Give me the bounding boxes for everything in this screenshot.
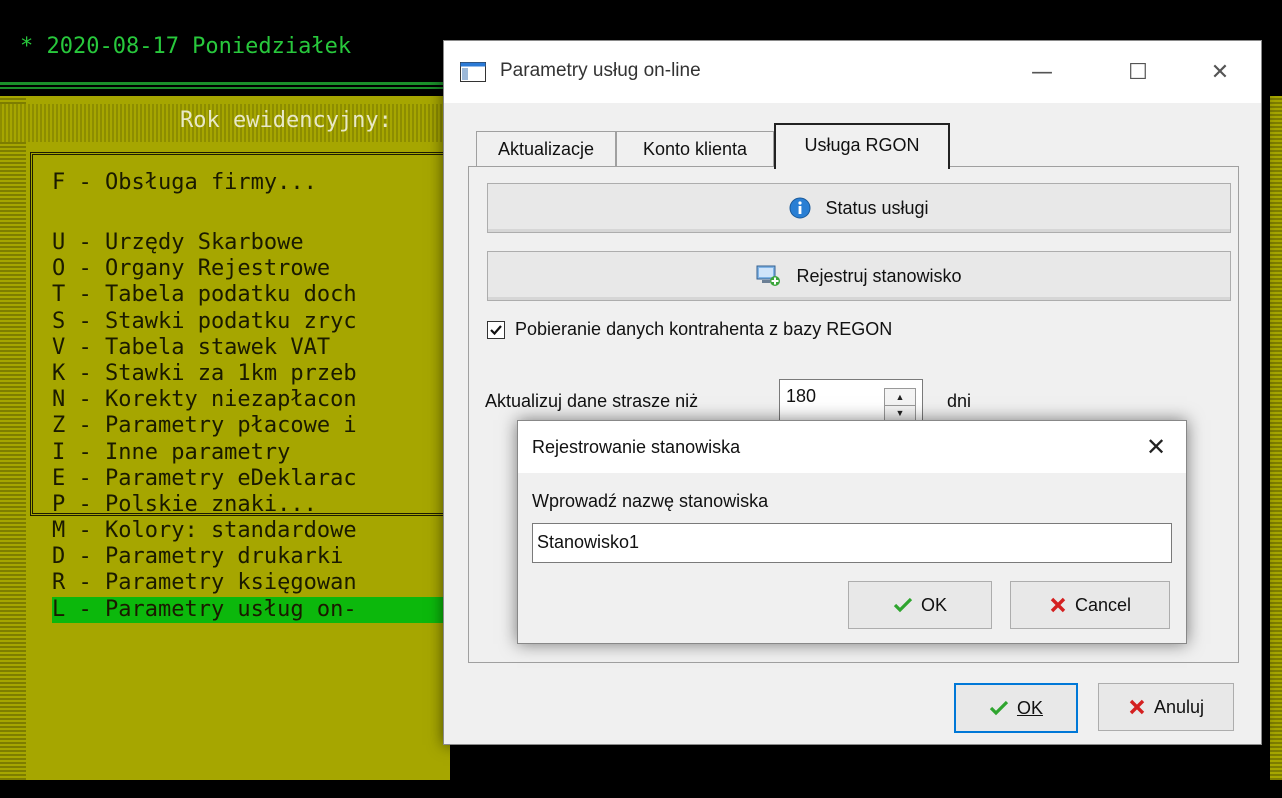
cancel-button-label: Anuluj bbox=[1153, 696, 1205, 717]
tab-konto-klienta[interactable]: Konto klienta bbox=[616, 131, 774, 166]
subdialog-title: Rejestrowanie stanowiska bbox=[532, 437, 741, 457]
subdialog-close-icon[interactable]: ✕ bbox=[1138, 429, 1174, 465]
register-workstation-dialog: Rejestrowanie stanowiska ✕ Wprowadź nazw… bbox=[517, 420, 1187, 644]
menu-item-polskie-znaki[interactable]: P - Polskie znaki... bbox=[52, 492, 472, 518]
regon-checkbox-row[interactable]: Pobieranie danych kontrahenta z bazy REG… bbox=[487, 319, 892, 340]
menu-item-urzedy[interactable]: U - Urzędy Skarbowe bbox=[52, 230, 472, 256]
cancel-button[interactable]: Anuluj bbox=[1098, 683, 1234, 731]
ok-button-label: OK bbox=[1016, 697, 1043, 718]
workstation-name-label: Wprowadź nazwę stanowiska bbox=[532, 491, 769, 511]
update-age-spinner[interactable]: 180 ▲ ▼ bbox=[779, 379, 923, 425]
checkmark-icon bbox=[893, 597, 913, 613]
x-icon bbox=[1129, 699, 1145, 715]
menu-item-parametry-placowe[interactable]: Z - Parametry płacowe i bbox=[52, 413, 472, 439]
regon-checkbox-label: Pobieranie danych kontrahenta z bazy REG… bbox=[515, 319, 893, 339]
menu-item-drukarka[interactable]: D - Parametry drukarki bbox=[52, 544, 472, 570]
update-age-unit: dni bbox=[947, 391, 972, 411]
console-panel-shade bbox=[0, 96, 26, 780]
subdialog-cancel-label: Cancel bbox=[1074, 594, 1132, 615]
register-workstation-button[interactable]: Rejestruj stanowisko bbox=[487, 251, 1231, 301]
status-button-label: Status usługi bbox=[825, 197, 929, 218]
spinner-arrows: ▲ ▼ bbox=[884, 388, 916, 422]
menu-item-inne[interactable]: I - Inne parametry bbox=[52, 440, 472, 466]
console-date-line: * 2020-08-17 Poniedziałek bbox=[20, 34, 352, 59]
app-window-icon bbox=[460, 62, 486, 82]
computer-add-icon bbox=[756, 265, 781, 286]
register-button-label: Rejestruj stanowisko bbox=[796, 265, 962, 286]
subdialog-cancel-button[interactable]: Cancel bbox=[1010, 581, 1170, 629]
info-icon bbox=[789, 197, 811, 219]
subdialog-titlebar[interactable]: Rejestrowanie stanowiska ✕ bbox=[518, 421, 1186, 473]
maximize-button[interactable]: ☐ bbox=[1110, 51, 1166, 95]
menu-item-tabela-vat[interactable]: V - Tabela stawek VAT bbox=[52, 335, 472, 361]
update-age-label: Aktualizuj dane strasze niż bbox=[485, 391, 699, 411]
console-divider-2 bbox=[0, 87, 450, 89]
menu-item-stawki-km[interactable]: K - Stawki za 1km przeb bbox=[52, 361, 472, 387]
tab-aktualizacje[interactable]: Aktualizacje bbox=[476, 131, 616, 166]
spinner-up-icon[interactable]: ▲ bbox=[885, 389, 915, 406]
console-menu-list: U - Urzędy Skarbowe O - Organy Rejestrow… bbox=[52, 230, 472, 623]
menu-item-edeklaracje[interactable]: E - Parametry eDeklarac bbox=[52, 466, 472, 492]
console-year-label: Rok ewidencyjny: bbox=[180, 108, 392, 133]
update-age-value[interactable]: 180 bbox=[786, 386, 816, 407]
checkmark-icon bbox=[490, 324, 502, 335]
x-icon bbox=[1050, 597, 1066, 613]
status-button[interactable]: Status usługi bbox=[487, 183, 1231, 233]
console-panel-right-edge bbox=[1270, 96, 1282, 780]
checkmark-icon bbox=[989, 700, 1009, 716]
menu-item-organy[interactable]: O - Organy Rejestrowe bbox=[52, 256, 472, 282]
menu-item-korekty[interactable]: N - Korekty niezapłacon bbox=[52, 387, 472, 413]
menu-item-stawki-podatku[interactable]: S - Stawki podatku zryc bbox=[52, 309, 472, 335]
console-menu-header[interactable]: F - Obsługa firmy... bbox=[52, 170, 317, 195]
menu-item-tabela-podatku[interactable]: T - Tabela podatku doch bbox=[52, 282, 472, 308]
console-divider bbox=[0, 82, 450, 85]
ok-button[interactable]: OK bbox=[954, 683, 1078, 733]
workstation-name-input[interactable]: Stanowisko1 bbox=[532, 523, 1172, 563]
menu-item-kolory[interactable]: M - Kolory: standardowe bbox=[52, 518, 472, 544]
menu-item-uslugi-online[interactable]: L - Parametry usług on- bbox=[52, 596, 472, 623]
regon-checkbox[interactable] bbox=[487, 320, 505, 339]
close-button[interactable]: ✕ bbox=[1192, 51, 1248, 95]
workstation-name-value: Stanowisko1 bbox=[537, 532, 640, 552]
subdialog-ok-button[interactable]: OK bbox=[848, 581, 992, 629]
tab-usluga-rgon[interactable]: Usługa RGON bbox=[774, 123, 950, 169]
spinner-down-icon[interactable]: ▼ bbox=[885, 405, 915, 421]
subdialog-ok-label: OK bbox=[920, 594, 947, 615]
dialog-titlebar[interactable]: Parametry usług on-line — ☐ ✕ bbox=[444, 41, 1261, 103]
dialog-title: Parametry usług on-line bbox=[500, 60, 701, 81]
menu-item-ksiegowanie[interactable]: R - Parametry księgowan bbox=[52, 570, 472, 596]
minimize-button[interactable]: — bbox=[1014, 51, 1070, 95]
